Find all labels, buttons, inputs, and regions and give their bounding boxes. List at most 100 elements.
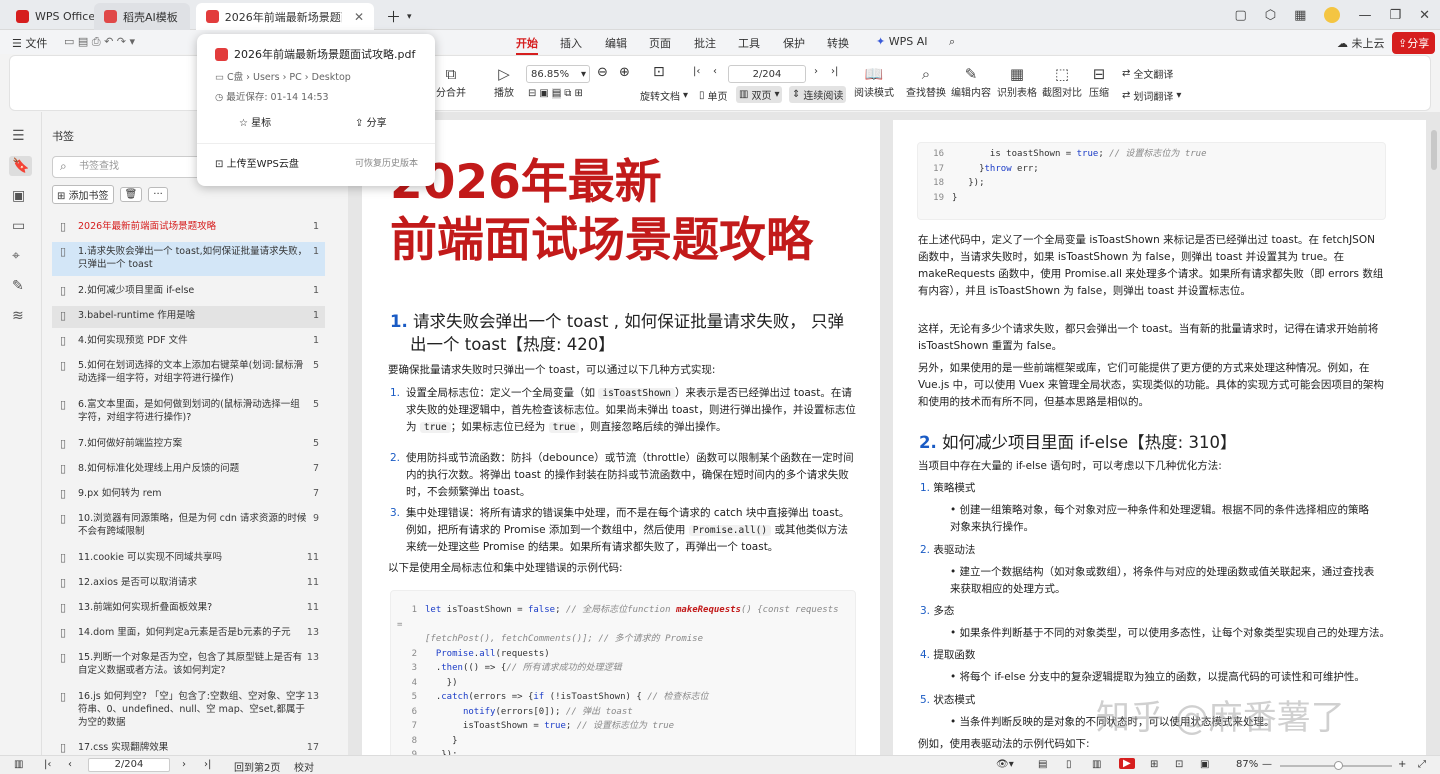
zoom-slider-thumb[interactable] [1334, 761, 1343, 770]
fullscreen-icon[interactable]: ⤢ [1418, 759, 1426, 770]
zoom-slider[interactable] [1280, 761, 1392, 770]
thumbnail-icon[interactable]: ▣ [12, 188, 25, 204]
bookmark-item[interactable]: ▯ 12.axios 是否可以取消请求 11 [52, 573, 325, 595]
prev-page-icon[interactable]: ‹ [68, 759, 72, 770]
bookmark-item[interactable]: ▯ 3.babel-runtime 作用是啥 1 [52, 306, 325, 328]
bookmark-item[interactable]: ▯ 6.富文本里面，是如何做到划词的(鼠标滑动选择一组字符，对组字符进行操作)? 5 [52, 395, 325, 429]
minimize-icon[interactable]: — [1358, 8, 1371, 23]
sidebar-toggle-icon[interactable]: ▥ [14, 759, 23, 770]
copy-icon[interactable]: ⧉ [564, 88, 571, 99]
screen-icon[interactable]: ▢ [1234, 8, 1246, 23]
bookmark-panel-icon[interactable]: 🔖 [9, 156, 33, 176]
single-page-button[interactable]: ▯ 单页 [699, 88, 728, 103]
edit-content-button[interactable]: ✎ 编辑内容 [951, 64, 991, 99]
reading-mode-button[interactable]: 📖 阅读模式 [854, 64, 894, 99]
back-to-page-link[interactable]: 回到第2页 [234, 759, 280, 774]
bookmark-item[interactable]: ▯ 2.如何减少项目里面 if-else 1 [52, 281, 325, 303]
rotate-button[interactable]: 旋转文档 ▾ [640, 88, 688, 103]
split-merge-button[interactable]: ⧉ 分合并 [436, 64, 466, 99]
delete-icon[interactable]: 🗑 [119, 186, 143, 202]
document-scrollbar[interactable] [1431, 130, 1437, 170]
menu-edit[interactable]: 编辑 [605, 35, 627, 51]
fit-page-icon[interactable]: ⊞ [1150, 759, 1158, 770]
bookmark-item[interactable]: ▯ 8.如何标准化处理线上用户反馈的问题 7 [52, 459, 325, 481]
comment-icon[interactable]: ▭ [12, 218, 25, 234]
page-input[interactable]: 2/204 [728, 65, 806, 83]
bookmark-item[interactable]: ▯ 14.dom 里面，如何判定a元素是否是b元素的子元 13 [52, 623, 325, 645]
upload-cloud-button[interactable]: ⊡ 上传至WPS云盘 [215, 155, 299, 170]
attachment-icon[interactable]: ⌖ [12, 248, 20, 264]
translate-all-button[interactable]: ⇄ 全文翻译 [1122, 66, 1173, 81]
menu-annotate[interactable]: 批注 [694, 35, 716, 51]
bookmark-item[interactable]: ▯ 15.判断一个对象是否为空，包含了其原型链上是否有自定义数据或者方法。该如何判… [52, 648, 325, 682]
tab-wps-office[interactable]: WPS Office [6, 3, 105, 30]
add-bookmark-button[interactable]: ⊞ 添加书签 [52, 184, 114, 204]
cube-icon[interactable]: ⬡ [1265, 8, 1276, 23]
tab-template[interactable]: 稻壳AI模板 [94, 3, 190, 30]
layers-icon[interactable]: ≋ [12, 308, 24, 324]
bookmark-item[interactable]: ▯ 13.前端如何实现折叠面板效果? 11 [52, 598, 325, 620]
more-icon[interactable]: ··· [148, 186, 168, 202]
bookmark-item[interactable]: ▯ 7.如何做好前端监控方案 5 [52, 434, 325, 456]
frame2-icon[interactable]: ▤ [551, 88, 562, 99]
screen-icon[interactable]: ▣ [1200, 759, 1209, 770]
menu-protect[interactable]: 保护 [783, 35, 805, 51]
tab-pdf-document[interactable]: 2026年前端最新场景题面试攻 ✕ [196, 3, 374, 30]
prev-page-icon[interactable]: ‹ [713, 66, 717, 77]
new-tab-button[interactable]: ＋ ▾ [376, 3, 422, 30]
play-icon[interactable]: ▶ [1119, 758, 1135, 769]
crop-icon[interactable]: ⊟ [528, 88, 536, 99]
zoom-in-icon[interactable]: ⊕ [619, 65, 630, 80]
bookmark-item[interactable]: ▯ 16.js 如何判空? 「空」包含了:空数组、空对象、空字符串、0、undef… [52, 687, 325, 731]
single-view-icon[interactable]: ▯ [1066, 759, 1072, 770]
find-replace-button[interactable]: ⌕ 查找替换 [906, 64, 946, 99]
menu-page[interactable]: 页面 [649, 35, 671, 51]
zoom-in-icon[interactable]: + [1398, 759, 1406, 770]
screenshot-compare-button[interactable]: ⬚ 截图对比 [1042, 64, 1082, 99]
frame-icon[interactable]: ▣ [539, 88, 548, 99]
double-page-button[interactable]: ▥ 双页 ▾ [736, 86, 783, 103]
bookmark-item[interactable]: ▯ 1.请求失败会弹出一个 toast,如何保证批量请求失败，只弹出一个 toas… [52, 242, 325, 276]
grid-icon[interactable]: ▦ [1294, 8, 1306, 23]
eye-icon[interactable]: 👁▾ [996, 759, 1014, 770]
search-icon[interactable]: ⌕ [949, 35, 955, 49]
fit-icon[interactable]: ⊡ [653, 64, 665, 80]
maximize-icon[interactable]: ❐ [1389, 8, 1401, 23]
popup-share-button[interactable]: ⇪ 分享 [355, 114, 387, 129]
cloud-status[interactable]: ☁ 未上云 [1337, 35, 1385, 51]
layout-icon[interactable]: ▤ [1038, 759, 1047, 770]
continuous-reading-button[interactable]: ⇕ 连续阅读 [789, 86, 847, 103]
zoom-out-icon[interactable]: ⊖ [597, 65, 608, 80]
first-page-icon[interactable]: |‹ [693, 66, 700, 77]
fit-width-icon[interactable]: ⊡ [1175, 759, 1183, 770]
first-page-icon[interactable]: |‹ [44, 759, 51, 770]
menu-insert[interactable]: 插入 [560, 35, 582, 51]
avatar[interactable] [1324, 7, 1341, 23]
screen2-icon[interactable]: ⊞ [574, 88, 582, 99]
menu-convert[interactable]: 转换 [827, 35, 849, 51]
collapse-icon[interactable]: ☰ [12, 128, 25, 144]
close-tab-icon[interactable]: ✕ [354, 10, 364, 24]
zoom-out-icon[interactable]: — [1262, 759, 1272, 770]
next-page-icon[interactable]: › [814, 66, 818, 77]
recognize-table-button[interactable]: ▦ 识别表格 [997, 64, 1037, 99]
last-page-icon[interactable]: ›| [204, 759, 211, 770]
menu-file[interactable]: ☰ 文件 [12, 35, 47, 51]
status-page-input[interactable]: 2/204 [88, 758, 170, 772]
last-page-icon[interactable]: ›| [831, 66, 838, 77]
bookmark-item[interactable]: ▯ 5.如何在划词选择的文本上添加右键菜单(划词:鼠标滑动选择一组字符，对组字符进… [52, 356, 325, 390]
play-button[interactable]: ▷ 播放 [494, 64, 514, 99]
menu-wps-ai[interactable]: ✦ WPS AI [876, 35, 927, 48]
share-button[interactable]: ⇪分享 [1392, 32, 1436, 54]
menu-home[interactable]: 开始 [516, 35, 538, 55]
history-link[interactable]: 可恢复历史版本 [355, 156, 418, 169]
bookmark-item[interactable]: ▯ 10.浏览器有同源策略，但是为何 cdn 请求资源的时候不会有跨域限制 9 [52, 509, 325, 543]
proofread-button[interactable]: 校对 [294, 759, 314, 774]
zoom-select[interactable]: 86.85% ▾ [526, 65, 590, 83]
double-view-icon[interactable]: ▥ [1092, 759, 1101, 770]
bookmark-item[interactable]: ▯ 9.px 如何转为 rem 7 [52, 484, 325, 506]
bookmark-item[interactable]: ▯ 2026年最新前端面试场景题攻略 1 [52, 217, 325, 239]
compress-button[interactable]: ⊟ 压缩 [1089, 64, 1109, 99]
bookmark-item[interactable]: ▯ 11.cookie 可以实现不同域共享吗 11 [52, 548, 325, 570]
next-page-icon[interactable]: › [182, 759, 186, 770]
